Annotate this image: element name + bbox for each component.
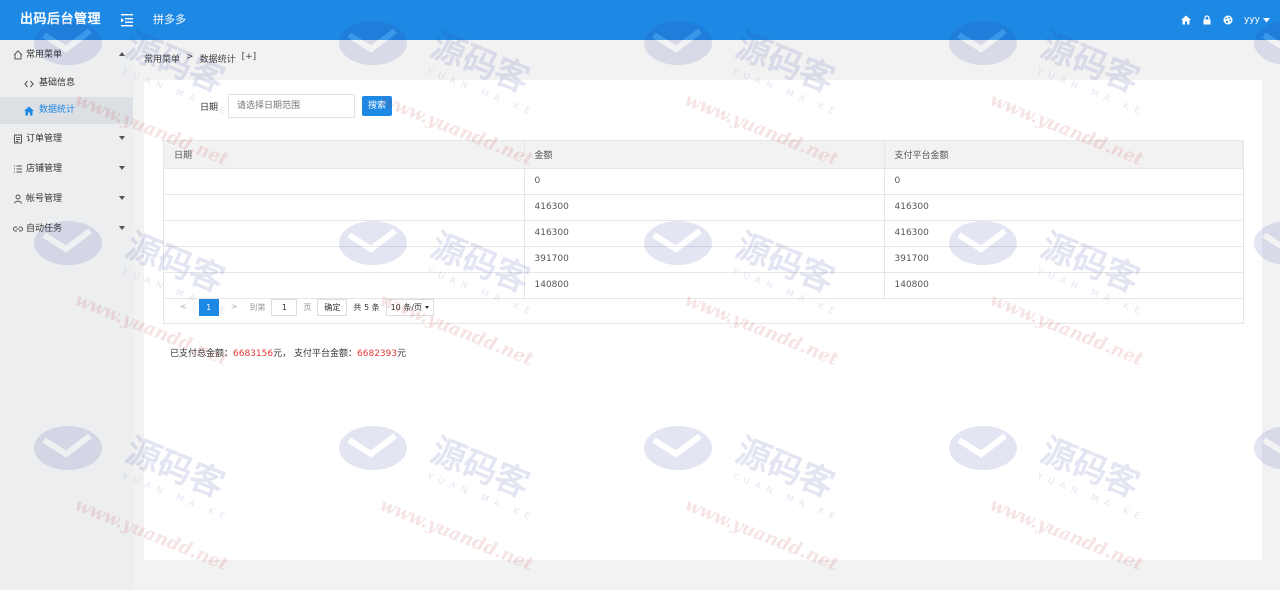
username: yyy bbox=[1244, 15, 1260, 25]
menu-toggle-icon[interactable] bbox=[121, 13, 133, 27]
table-row: 0 0 bbox=[164, 168, 1243, 195]
table-row: 416300 416300 bbox=[164, 194, 1243, 221]
column-header-platform-amount[interactable]: 支付平台金额 bbox=[884, 141, 1243, 169]
sidebar: 常用菜单 基础信息 数据统计 订单管理 店铺管理 帐号管理 自动任务 bbox=[0, 40, 133, 590]
total-count: 共 5 条 bbox=[353, 302, 380, 312]
cell-amount: 391700 bbox=[524, 246, 885, 273]
summary-line: 已支付总金额：6683156元， 支付平台金额：6682393元 bbox=[170, 349, 407, 359]
cell-date bbox=[164, 220, 525, 247]
sidebar-item-data-stats[interactable]: 数据统计 bbox=[0, 97, 133, 124]
breadcrumb-root[interactable]: 常用菜单 bbox=[144, 52, 180, 65]
app-logo: 出码后台管理 bbox=[20, 12, 102, 27]
breadcrumb: 常用菜单 > 数据统计 [+] bbox=[144, 52, 256, 65]
app-name: 拼多多 bbox=[153, 13, 186, 26]
sidebar-group-orders[interactable]: 订单管理 bbox=[0, 124, 133, 154]
order-icon bbox=[14, 134, 22, 144]
cell-platform-amount: 416300 bbox=[884, 220, 1243, 247]
page-unit-label: 页 bbox=[303, 302, 312, 312]
main-panel: 日期 搜索 日期 金额 支付平台金额 0 0 4 bbox=[144, 80, 1262, 560]
user-icon bbox=[14, 194, 22, 204]
home-icon[interactable] bbox=[1181, 15, 1192, 25]
cell-amount: 416300 bbox=[524, 220, 885, 247]
goto-page-input[interactable]: 1 bbox=[271, 298, 298, 316]
sidebar-group-shops[interactable]: 店铺管理 bbox=[0, 154, 133, 184]
pagination: < 1 > 到第 1 页 确定 共 5 条 10 条/页 bbox=[174, 298, 435, 316]
table-row: 391700 391700 bbox=[164, 246, 1243, 273]
theme-palette-icon[interactable] bbox=[1223, 15, 1233, 25]
cell-platform-amount: 0 bbox=[884, 168, 1243, 195]
cell-date bbox=[164, 246, 525, 273]
cell-date bbox=[164, 272, 525, 299]
cell-amount: 416300 bbox=[524, 194, 885, 221]
column-header-date[interactable]: 日期 bbox=[164, 141, 525, 169]
cell-amount: 140800 bbox=[524, 272, 885, 299]
list-icon bbox=[14, 165, 22, 173]
chevron-down-icon bbox=[425, 305, 430, 309]
breadcrumb-expand[interactable]: [+] bbox=[242, 52, 257, 65]
chevron-down-icon bbox=[119, 196, 125, 200]
cell-amount: 0 bbox=[524, 168, 885, 195]
filter-bar: 日期 搜索 bbox=[200, 94, 393, 118]
home-icon bbox=[24, 106, 34, 115]
breadcrumb-current: 数据统计 bbox=[199, 55, 236, 65]
cell-platform-amount: 140800 bbox=[884, 272, 1243, 299]
cell-date bbox=[164, 194, 525, 221]
page-number-current[interactable]: 1 bbox=[198, 298, 219, 316]
chevron-down-icon bbox=[1263, 17, 1270, 22]
sidebar-group-common[interactable]: 常用菜单 bbox=[0, 40, 133, 70]
user-menu[interactable]: yyy bbox=[1244, 15, 1270, 25]
chevron-up-icon bbox=[119, 52, 125, 56]
paid-total-value: 6683156 bbox=[233, 349, 274, 359]
date-label: 日期 bbox=[200, 102, 219, 113]
code-icon bbox=[24, 80, 34, 87]
table-header-row: 日期 金额 支付平台金额 bbox=[164, 141, 1243, 169]
lock-icon[interactable] bbox=[1202, 15, 1212, 25]
sidebar-group-accounts[interactable]: 帐号管理 bbox=[0, 184, 133, 214]
chevron-down-icon bbox=[119, 226, 125, 230]
goto-confirm-button[interactable]: 确定 bbox=[317, 298, 348, 316]
sidebar-item-basic-info[interactable]: 基础信息 bbox=[0, 70, 133, 97]
column-header-amount[interactable]: 金额 bbox=[524, 141, 885, 169]
page-size-select[interactable]: 10 条/页 bbox=[385, 298, 435, 316]
stats-table: 日期 金额 支付平台金额 0 0 416300 416300 416300 41… bbox=[163, 140, 1244, 324]
cell-platform-amount: 416300 bbox=[884, 194, 1243, 221]
cell-platform-amount: 391700 bbox=[884, 246, 1243, 273]
table-row: 140800 140800 bbox=[164, 272, 1243, 299]
link-icon bbox=[13, 226, 23, 232]
date-range-input[interactable] bbox=[228, 94, 356, 118]
table-row: 416300 416300 bbox=[164, 220, 1243, 247]
prev-page-button[interactable]: < bbox=[174, 298, 193, 316]
chevron-down-icon bbox=[119, 166, 125, 170]
paid-total-label: 已支付总金额： bbox=[170, 349, 234, 359]
search-button[interactable]: 搜索 bbox=[362, 96, 393, 116]
next-page-button[interactable]: > bbox=[225, 298, 244, 316]
breadcrumb-separator: > bbox=[186, 52, 194, 62]
cell-date bbox=[164, 168, 525, 195]
goto-label: 到第 bbox=[249, 302, 266, 312]
platform-total-value: 6682393 bbox=[357, 349, 398, 359]
top-header: 出码后台管理 拼多多 yyy bbox=[0, 0, 1280, 40]
home-outline-icon bbox=[13, 50, 23, 60]
chevron-down-icon bbox=[119, 136, 125, 140]
platform-total-label: 支付平台金额： bbox=[294, 349, 358, 359]
sidebar-group-auto-tasks[interactable]: 自动任务 bbox=[0, 214, 133, 244]
